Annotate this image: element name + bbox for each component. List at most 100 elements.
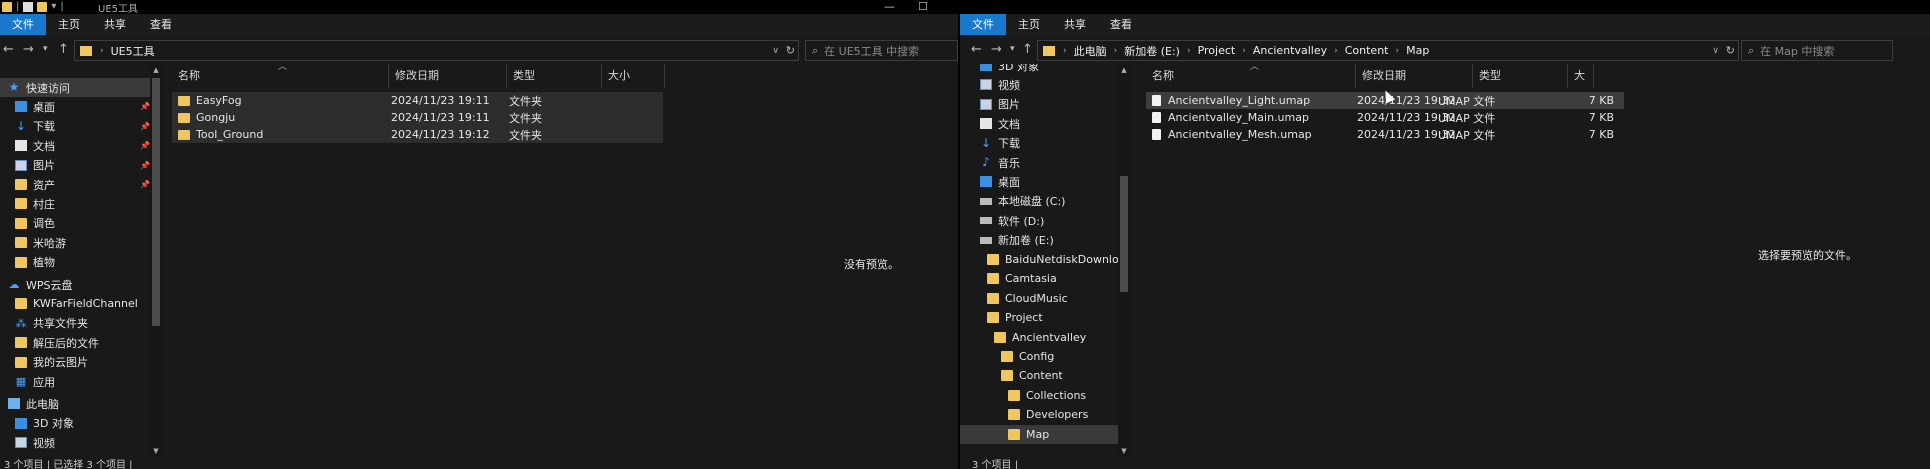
nav-item[interactable]: 米哈游: [0, 233, 150, 252]
column-date[interactable]: 修改日期: [389, 64, 507, 88]
nav-item[interactable]: 3D 对象: [0, 414, 150, 433]
scroll-up-icon[interactable]: ▲: [1118, 66, 1130, 74]
chevron-right-icon[interactable]: ›: [98, 46, 106, 56]
breadcrumb[interactable]: UE5工具: [106, 43, 160, 59]
nav-item[interactable]: Camtasia: [960, 269, 1118, 288]
tab-share[interactable]: 共享: [92, 14, 138, 35]
tab-view[interactable]: 查看: [138, 14, 184, 35]
nav-item[interactable]: ↓ 下载: [960, 134, 1118, 153]
breadcrumb-project[interactable]: Project: [1193, 44, 1241, 57]
nav-item[interactable]: KWFarFieldChannel: [0, 294, 150, 313]
forward-arrow-icon[interactable]: →: [23, 42, 34, 57]
nav-item[interactable]: 调色: [0, 214, 150, 233]
nav-item[interactable]: Developers: [960, 405, 1118, 424]
nav-item[interactable]: Config: [960, 347, 1118, 366]
navigation-pane[interactable]: ★ 快速访问 桌面 📌 ↓ 下载 📌 文档 📌 图片 📌 资产 📌 村庄 调色 米哈游 植物 ☁ WPS云盘 KWFa…: [0, 64, 150, 457]
nav-scrollbar[interactable]: ▲ ▼: [150, 64, 162, 457]
nav-item[interactable]: 我的云图片: [0, 353, 150, 372]
nav-item[interactable]: 视频: [960, 75, 1118, 94]
search-input[interactable]: ⌕ 在 Map 中搜索: [1741, 40, 1893, 61]
recent-dropdown-icon[interactable]: ▾: [43, 44, 48, 54]
file-row[interactable]: EasyFog 2024/11/23 19:11 文件夹: [172, 92, 663, 109]
tab-home[interactable]: 主页: [46, 14, 92, 35]
chevron-down-icon[interactable]: ∨: [1712, 46, 1719, 56]
nav-item[interactable]: 植物: [0, 253, 150, 272]
scrollbar-thumb[interactable]: [1120, 176, 1128, 292]
file-row[interactable]: Ancientvalley_Mesh.umap 2024/11/23 19:32 U…: [1146, 126, 1624, 143]
nav-scrollbar[interactable]: ▲ ▼: [1118, 64, 1130, 457]
nav-item[interactable]: 图片 📌: [0, 156, 150, 175]
nav-item[interactable]: Map: [960, 424, 1118, 444]
up-arrow-icon[interactable]: ↑: [1022, 42, 1033, 57]
search-input[interactable]: ⌕ 在 UE5工具 中搜索: [805, 40, 958, 61]
new-folder-icon[interactable]: [37, 1, 48, 12]
file-list[interactable]: 名称 ︿ 修改日期 类型 大小 EasyFog 2024/11/23 19:11 文…: [172, 62, 756, 457]
scroll-down-icon[interactable]: ▼: [1118, 447, 1130, 455]
chevron-right-icon[interactable]: ›: [1393, 46, 1401, 56]
scrollbar-thumb[interactable]: [152, 78, 160, 326]
nav-item[interactable]: 村庄: [0, 194, 150, 213]
nav-item[interactable]: 3D 对象: [960, 64, 1118, 75]
nav-item[interactable]: Project: [960, 308, 1118, 327]
tab-file[interactable]: 文件: [960, 14, 1006, 35]
nav-item[interactable]: ☁ WPS云盘: [0, 275, 150, 294]
nav-item[interactable]: 资产 📌: [0, 175, 150, 194]
chevron-right-icon[interactable]: ›: [1240, 46, 1248, 56]
breadcrumb-map[interactable]: Map: [1401, 44, 1434, 57]
nav-item[interactable]: BaiduNetdiskDownload: [960, 250, 1118, 269]
nav-item[interactable]: 桌面: [960, 172, 1118, 191]
tab-home[interactable]: 主页: [1006, 14, 1052, 35]
nav-item[interactable]: 图片: [960, 95, 1118, 114]
properties-icon[interactable]: [23, 1, 34, 12]
nav-item[interactable]: 此电脑: [0, 394, 150, 413]
tab-file[interactable]: 文件: [0, 14, 46, 35]
qat-dropdown-icon[interactable]: ▾: [51, 1, 56, 12]
chevron-right-icon[interactable]: ›: [1061, 46, 1069, 56]
nav-item[interactable]: Collections: [960, 386, 1118, 405]
breadcrumb-content[interactable]: Content: [1340, 44, 1394, 57]
up-arrow-icon[interactable]: ↑: [58, 42, 69, 57]
maximize-icon[interactable]: ☐: [918, 0, 928, 13]
file-row[interactable]: Tool_Ground 2024/11/23 19:12 文件夹: [172, 126, 663, 143]
breadcrumb-this-pc[interactable]: 此电脑: [1069, 43, 1112, 59]
column-date[interactable]: 修改日期: [1356, 64, 1473, 88]
column-size[interactable]: 大小: [1568, 64, 1594, 106]
nav-item[interactable]: 本地磁盘 (C:): [960, 192, 1118, 211]
column-type[interactable]: 类型: [1473, 64, 1568, 88]
back-arrow-icon[interactable]: ←: [971, 42, 982, 57]
nav-item[interactable]: CloudMusic: [960, 289, 1118, 308]
nav-item[interactable]: Ancientvalley: [960, 328, 1118, 347]
file-list[interactable]: 名称 ︿ 修改日期 类型 大小 Ancientvalley_Light.umap…: [1146, 62, 1624, 457]
column-size[interactable]: 大小: [602, 64, 665, 88]
nav-item[interactable]: ★ 快速访问: [0, 78, 150, 97]
chevron-right-icon[interactable]: ›: [1112, 46, 1120, 56]
file-row[interactable]: Gongju 2024/11/23 19:11 文件夹: [172, 109, 663, 126]
nav-item[interactable]: 解压后的文件: [0, 333, 150, 352]
nav-item[interactable]: 视频: [0, 433, 150, 452]
nav-item[interactable]: Content: [960, 366, 1118, 385]
nav-item[interactable]: ♪ 音乐: [960, 153, 1118, 172]
file-row[interactable]: Ancientvalley_Main.umap 2024/11/23 19:32 U…: [1146, 109, 1624, 126]
nav-item[interactable]: 新加卷 (E:): [960, 231, 1118, 250]
chevron-right-icon[interactable]: ›: [1185, 46, 1193, 56]
column-type[interactable]: 类型: [507, 64, 602, 88]
nav-item[interactable]: 桌面 📌: [0, 97, 150, 116]
back-arrow-icon[interactable]: ←: [3, 42, 14, 57]
nav-item[interactable]: ▦ 应用: [0, 372, 150, 391]
recent-dropdown-icon[interactable]: ▾: [1010, 44, 1015, 54]
refresh-icon[interactable]: ↻: [1726, 44, 1735, 57]
scroll-down-icon[interactable]: ▼: [150, 447, 162, 455]
nav-item[interactable]: ⁂ 共享文件夹: [0, 314, 150, 333]
forward-arrow-icon[interactable]: →: [991, 42, 1002, 57]
nav-item[interactable]: 软件 (D:): [960, 211, 1118, 230]
chevron-down-icon[interactable]: ∨: [772, 46, 779, 56]
nav-item[interactable]: 文档: [960, 114, 1118, 133]
address-input[interactable]: › UE5工具 ∨ ↻: [74, 40, 799, 61]
tab-view[interactable]: 查看: [1098, 14, 1144, 35]
breadcrumb-drive-e[interactable]: 新加卷 (E:): [1119, 43, 1185, 59]
tab-share[interactable]: 共享: [1052, 14, 1098, 35]
nav-item[interactable]: ↓ 下载 📌: [0, 117, 150, 136]
scroll-up-icon[interactable]: ▲: [150, 66, 162, 74]
refresh-icon[interactable]: ↻: [786, 44, 795, 57]
address-input[interactable]: › 此电脑 › 新加卷 (E:) › Project › Ancientvall…: [1037, 40, 1739, 61]
